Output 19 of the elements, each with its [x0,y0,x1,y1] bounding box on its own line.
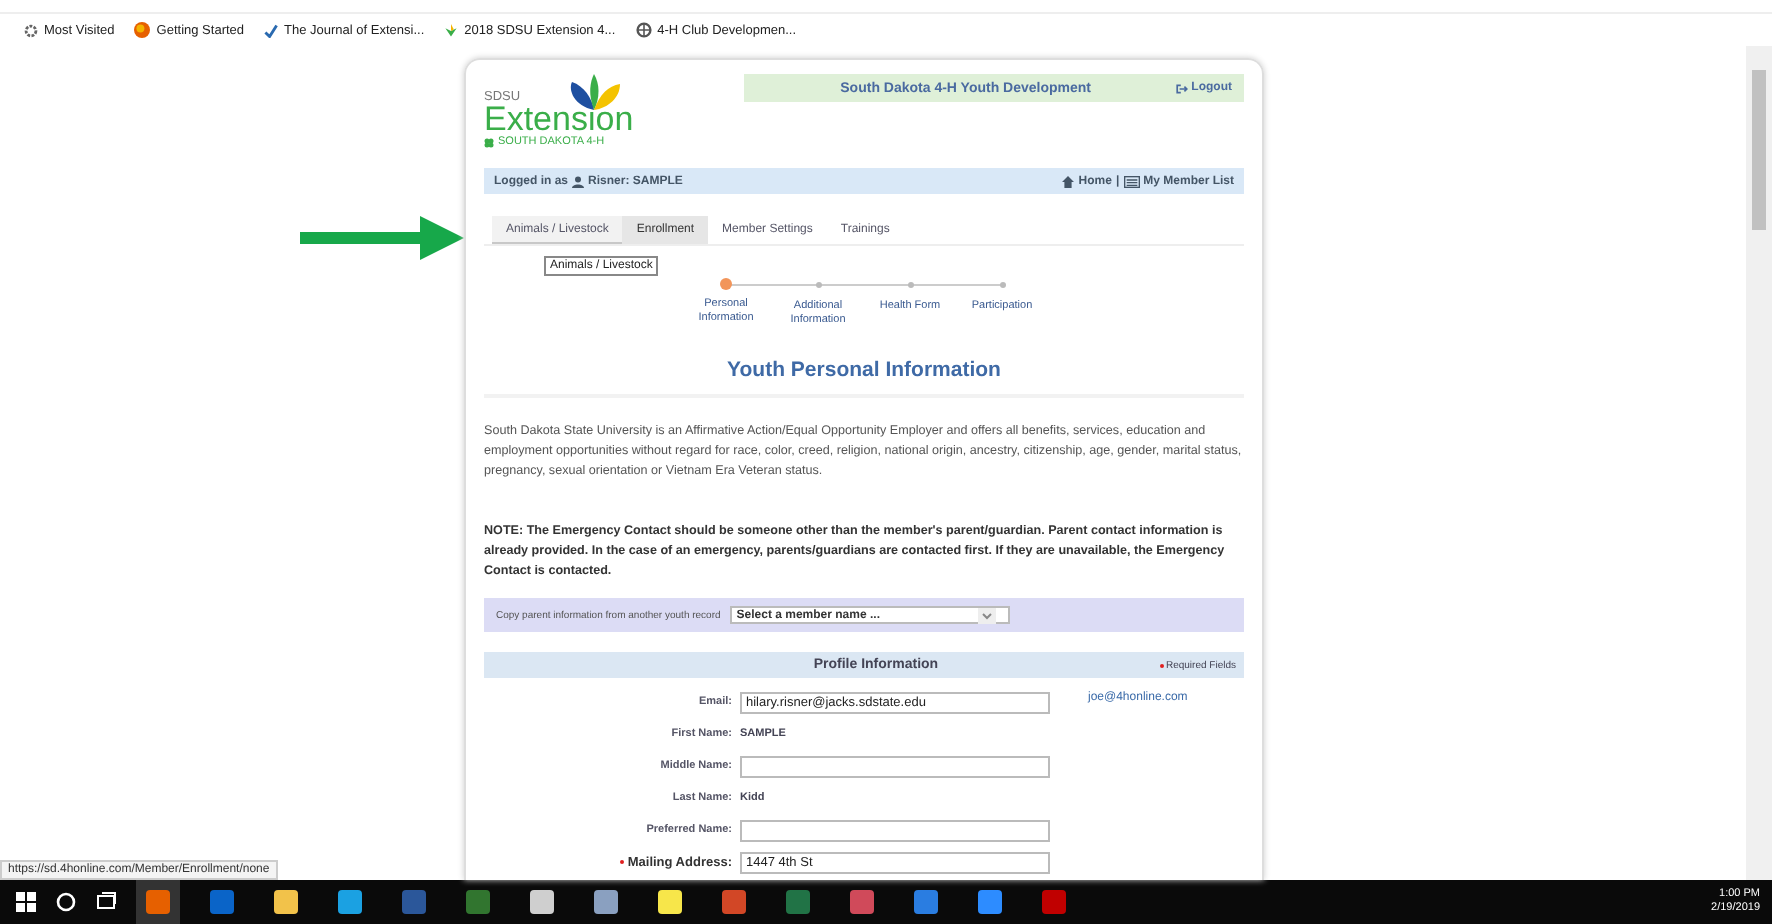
globe-icon [134,22,151,38]
clover-icon [484,137,494,147]
home-icon [1062,175,1075,187]
windows-start-icon[interactable] [16,892,36,912]
leaf-icon [444,23,459,37]
page-title: Youth Personal Information [725,358,1003,382]
scrollbar[interactable] [1746,46,1772,880]
list-icon [1123,175,1140,187]
logo-title: Extension [484,104,636,134]
task-view-icon[interactable] [96,892,116,912]
caret-icon [978,607,997,623]
search-icon[interactable] [56,892,76,912]
arrow-icon [300,216,464,260]
user-icon [572,175,585,187]
text-field[interactable] [740,755,1050,777]
text-field[interactable] [740,819,1050,841]
logout-icon [1175,83,1188,93]
gear-icon [24,23,38,37]
globe-icon [635,22,652,38]
